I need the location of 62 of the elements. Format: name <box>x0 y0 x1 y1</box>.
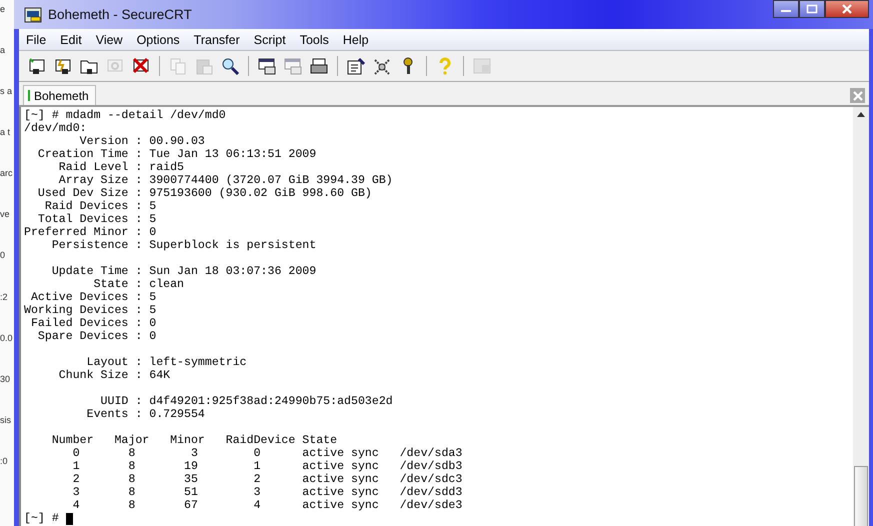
partial-text: 0 <box>0 250 6 260</box>
terminal-line: /dev/md0: <box>24 122 88 135</box>
terminal-icon <box>24 6 42 22</box>
close-icon <box>841 4 853 14</box>
terminal-line: Number Major Minor RaidDevice State <box>50 434 338 447</box>
menu-item[interactable]: Edit <box>53 32 89 46</box>
terminal-line: Failed Devices : 0 <box>30 317 158 330</box>
terminal-line: Raid Devices : 5 <box>44 200 158 213</box>
partial-text: e <box>0 4 6 14</box>
partial-text: s a <box>0 86 14 96</box>
text-cursor <box>66 512 73 524</box>
partial-text: 0.0 <box>0 332 14 343</box>
menu-item[interactable]: Transfer <box>186 32 247 46</box>
menu-item[interactable]: View <box>88 32 130 46</box>
close-button[interactable] <box>825 0 869 18</box>
minimize-button[interactable] <box>773 0 799 18</box>
terminal-line: Total Devices : 5 <box>36 213 158 226</box>
scrollbar[interactable] <box>853 107 869 526</box>
scroll-up-icon[interactable] <box>857 112 865 117</box>
partial-text: arc <box>0 168 14 178</box>
terminal-line: Layout : left-symmetric <box>86 356 248 369</box>
maximize-icon <box>806 4 818 14</box>
terminal-line: 0 8 3 0 active sync /dev/sda3 <box>72 447 464 460</box>
terminal-line: Update Time : Sun Jan 18 03:07:36 2009 <box>50 265 318 278</box>
terminal-prompt: [~] # <box>24 512 59 525</box>
terminal-line: 3 8 51 3 active sync /dev/sdd3 <box>72 486 464 499</box>
terminal-line: Events : 0.729554 <box>86 408 206 421</box>
terminal-line: Persistence : Superblock is persistent <box>50 239 318 252</box>
window-title: Bohemeth - SecureCRT <box>48 7 192 22</box>
scroll-thumb[interactable] <box>854 466 868 526</box>
menu-item[interactable]: Help <box>336 32 376 46</box>
partial-text: :2 <box>0 292 9 302</box>
terminal-line: [~] # mdadm --detail /dev/md0 <box>24 109 227 122</box>
menu-item[interactable]: Tools <box>292 32 336 46</box>
terminal-line: Preferred Minor : 0 <box>24 226 158 239</box>
close-icon <box>852 90 862 100</box>
tab-label: Bohemeth <box>34 88 89 102</box>
terminal-line: Used Dev Size : 975193600 (930.02 GiB 998.60 GB) <box>36 187 373 200</box>
partial-text: ve <box>0 209 11 220</box>
terminal-line: 2 8 35 2 active sync /dev/sdc3 <box>72 473 464 486</box>
terminal-line: 1 8 19 1 active sync /dev/sdb3 <box>72 460 464 473</box>
terminal-line: Raid Level : raid5 <box>58 161 186 174</box>
terminal-line: Spare Devices : 0 <box>36 330 158 343</box>
terminal-line: State : clean <box>92 278 186 291</box>
terminal-line: Working Devices : 5 <box>24 304 158 317</box>
partial-text: a <box>0 45 6 56</box>
menu-item[interactable]: File <box>19 32 54 46</box>
partial-text: sis <box>0 414 12 425</box>
terminal-line: 4 8 67 4 active sync /dev/sde3 <box>72 499 464 512</box>
maximize-button[interactable] <box>799 0 825 18</box>
terminal-line: Active Devices : 5 <box>30 291 158 304</box>
partial-text: :0 <box>0 456 9 466</box>
session-tab[interactable]: Bohemeth <box>23 85 96 105</box>
terminal-line: Version : 00.90.03 <box>78 135 206 148</box>
menu-item[interactable]: Options <box>130 32 187 46</box>
partial-text: a t <box>0 127 12 138</box>
menu-item[interactable]: Script <box>246 32 293 46</box>
terminal-line: UUID : d4f49201:925f38ad:24990b75:ad503e2d <box>100 395 394 408</box>
partial-text: 30 <box>0 374 12 384</box>
terminal-line: Creation Time : Tue Jan 13 06:13:51 2009 <box>36 148 318 161</box>
terminal-line: Array Size : 3900774400 (3720.07 GiB 3994.39 GB) <box>58 174 394 187</box>
terminal-line: Chunk Size : 64K <box>58 369 172 382</box>
